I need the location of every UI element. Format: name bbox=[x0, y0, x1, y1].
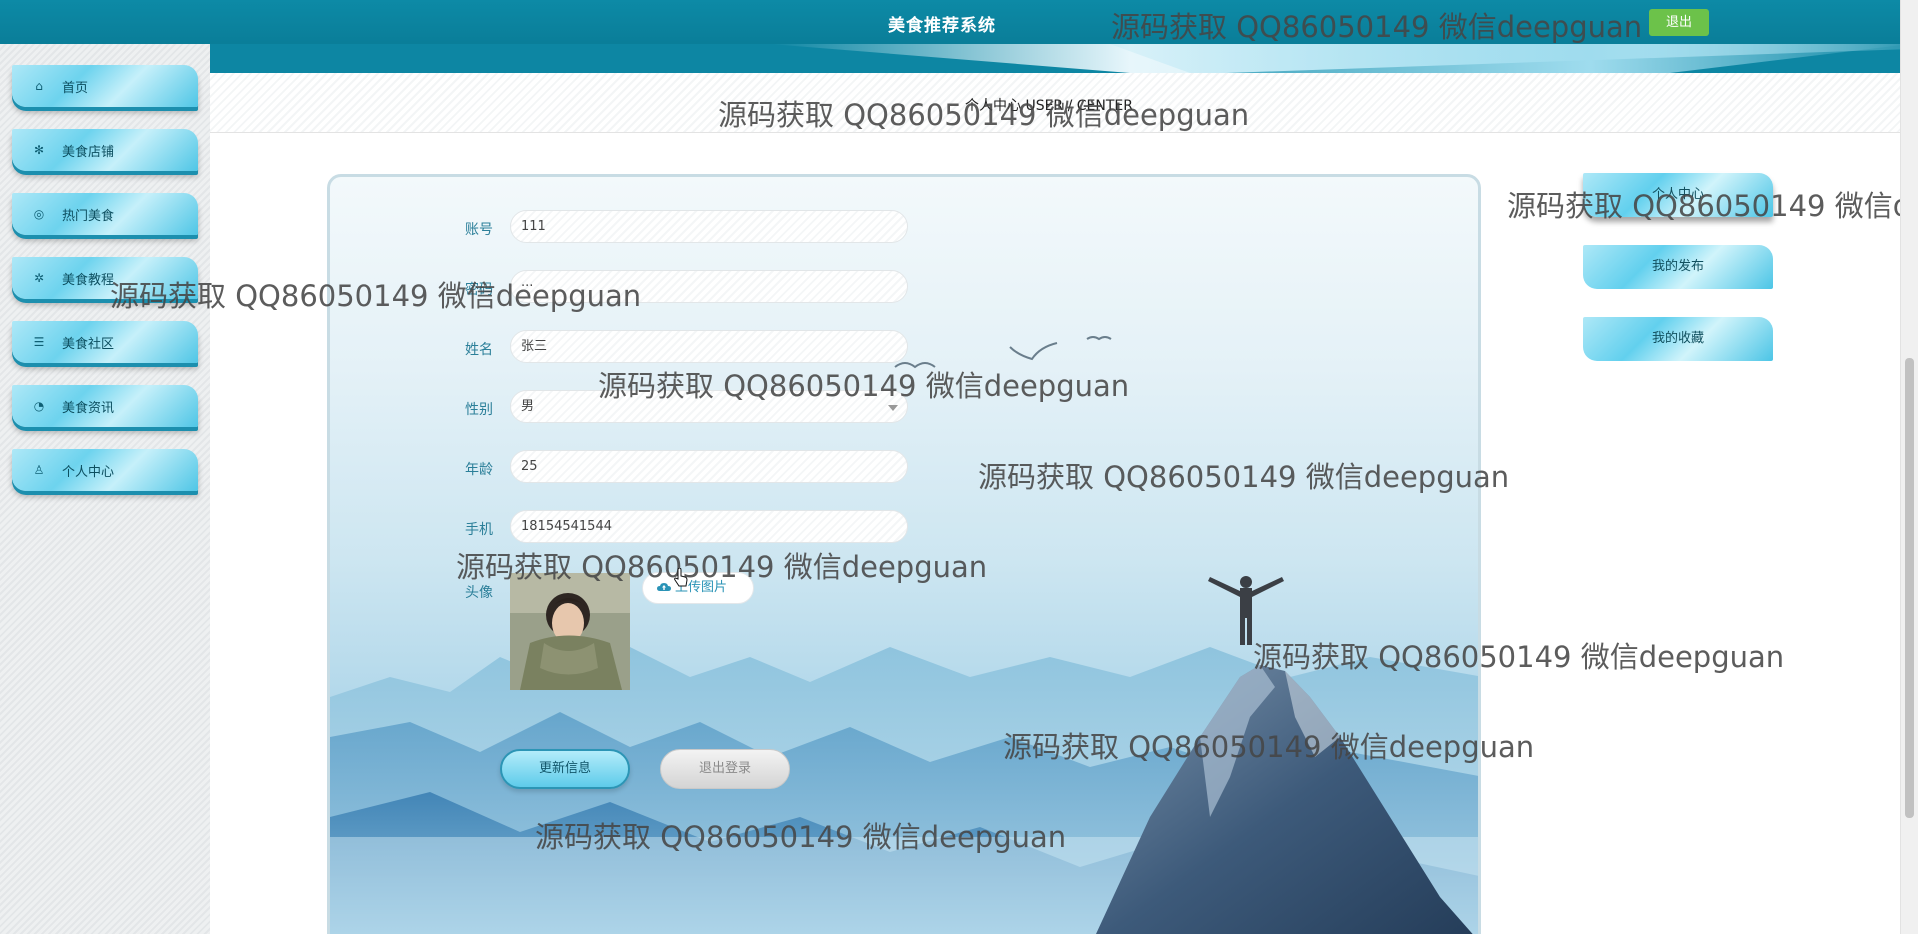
gauge-icon: ◔ bbox=[33, 399, 45, 413]
header-swoosh-light bbox=[1110, 44, 1900, 73]
sidebar: ⌂ 首页 ✻ 美食店铺 ◎ 热门美食 ✲ 美食教程 ☰ 美食社区 ◔ 美食资讯 … bbox=[0, 44, 210, 934]
right-menu-my-favorites[interactable]: 我的收藏 bbox=[1583, 317, 1773, 361]
sidebar-item-label: 美食店铺 bbox=[62, 145, 115, 160]
account-field[interactable]: 111 bbox=[510, 210, 908, 243]
logout-button[interactable]: 退出 bbox=[1649, 9, 1709, 36]
header-decoration bbox=[210, 44, 1900, 73]
watermark: 源码获取 QQ86050149 微信deepguan bbox=[1111, 10, 1643, 44]
watermark: 源码获取 QQ86050149 微信deepguan bbox=[456, 550, 988, 584]
watermark: 源码获取 QQ86050149 微信deepguan bbox=[1253, 640, 1785, 674]
watermark: 源码获取 QQ86050149 微信deepguan bbox=[598, 369, 1130, 403]
sidebar-item-label: 首页 bbox=[62, 81, 89, 96]
age-field[interactable]: 25 bbox=[510, 450, 908, 483]
globe-icon: ◎ bbox=[33, 207, 45, 221]
sidebar-item-label: 美食社区 bbox=[62, 337, 115, 352]
watermark: 源码获取 QQ86050149 微信deepguan bbox=[110, 279, 642, 313]
account-label: 账号 bbox=[465, 222, 493, 238]
scrollbar-thumb[interactable] bbox=[1905, 358, 1914, 818]
phone-field[interactable]: 18154541544 bbox=[510, 510, 908, 543]
sidebar-item-label: 美食资讯 bbox=[62, 401, 115, 416]
snowflake-icon: ✻ bbox=[33, 143, 45, 157]
gear-icon: ✲ bbox=[33, 271, 45, 285]
watermark: 源码获取 QQ86050149 微信deepguan bbox=[535, 820, 1067, 854]
avatar bbox=[510, 573, 630, 690]
name-label: 姓名 bbox=[465, 342, 493, 358]
watermark: 源码获取 QQ86050149 微信deepguan bbox=[718, 98, 1250, 132]
mouse-pointer-icon bbox=[674, 568, 688, 587]
site-title: 美食推荐系统 bbox=[888, 16, 996, 36]
sidebar-item-news[interactable]: ◔ 美食资讯 bbox=[12, 385, 198, 427]
sidebar-item-shops[interactable]: ✻ 美食店铺 bbox=[12, 129, 198, 171]
watermark: 源码获取 QQ86050149 微信deepguan bbox=[1507, 189, 1918, 223]
user-icon: ♙ bbox=[33, 463, 45, 477]
sidebar-item-label: 热门美食 bbox=[62, 209, 115, 224]
sidebar-item-community[interactable]: ☰ 美食社区 bbox=[12, 321, 198, 363]
sidebar-item-home[interactable]: ⌂ 首页 bbox=[12, 65, 198, 107]
watermark: 源码获取 QQ86050149 微信deepguan bbox=[1003, 730, 1535, 764]
sidebar-item-user-center[interactable]: ♙ 个人中心 bbox=[12, 449, 198, 491]
gender-label: 性别 bbox=[465, 402, 493, 418]
sidebar-item-popular-food[interactable]: ◎ 热门美食 bbox=[12, 193, 198, 235]
home-icon: ⌂ bbox=[35, 79, 43, 93]
right-menu-my-posts[interactable]: 我的发布 bbox=[1583, 245, 1773, 289]
chevron-down-icon[interactable] bbox=[888, 405, 898, 411]
logout-session-button[interactable]: 退出登录 bbox=[660, 749, 790, 789]
sidebar-item-label: 个人中心 bbox=[62, 465, 115, 480]
sliders-icon: ☰ bbox=[33, 335, 45, 349]
age-label: 年龄 bbox=[465, 462, 493, 478]
sidebar-item-label: 美食教程 bbox=[62, 273, 115, 288]
avatar-image bbox=[510, 573, 630, 690]
phone-label: 手机 bbox=[465, 522, 493, 538]
update-info-button[interactable]: 更新信息 bbox=[500, 749, 630, 789]
name-field[interactable]: 张三 bbox=[510, 330, 908, 363]
watermark: 源码获取 QQ86050149 微信deepguan bbox=[978, 460, 1510, 494]
